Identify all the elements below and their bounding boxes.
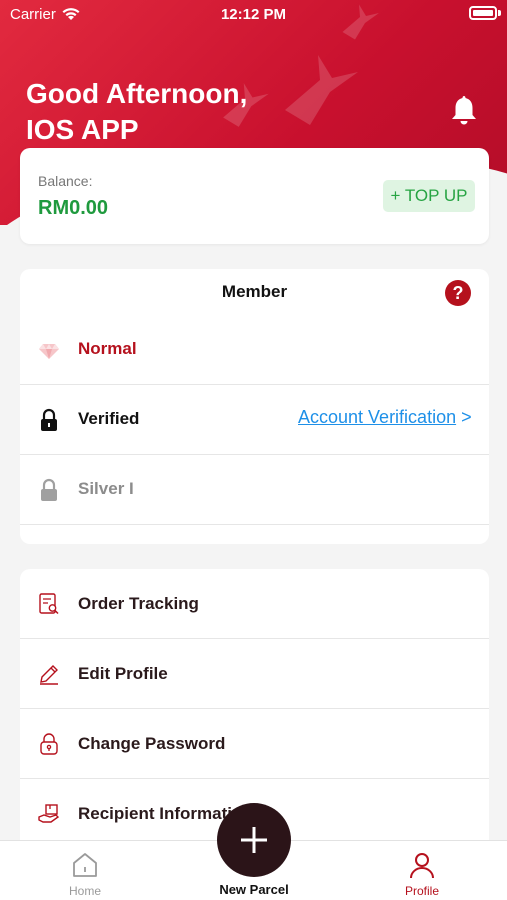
member-level-label: Verified xyxy=(78,409,140,428)
status-bar: Carrier 12:12 PM xyxy=(0,0,507,28)
tab-profile-label: Profile xyxy=(404,884,439,898)
battery-tip xyxy=(498,10,501,16)
menu-item-order-tracking[interactable]: Order Tracking xyxy=(20,569,489,639)
balance-value: RM0.00 xyxy=(38,197,109,219)
padlock-icon xyxy=(40,733,58,755)
top-up-button[interactable]: + TOP UP xyxy=(383,180,475,212)
account-verification-link[interactable]: Account Verification > xyxy=(298,407,472,428)
pencil-icon xyxy=(40,665,58,685)
member-level-verified[interactable]: Verified Account Verification > xyxy=(20,385,489,455)
battery-icon xyxy=(469,6,497,20)
member-level-silver[interactable]: Silver I xyxy=(20,455,489,525)
account-verification-text[interactable]: Account Verification xyxy=(298,407,456,427)
lock-icon xyxy=(41,478,57,501)
menu-item-label: Edit Profile xyxy=(78,664,168,683)
greeting-line-2: IOS APP xyxy=(26,114,139,145)
profile-icon xyxy=(410,853,434,879)
menu-item-label: Recipient Informati xyxy=(78,804,232,823)
balance-card: Balance: RM0.00 + TOP UP xyxy=(20,148,489,244)
tab-home[interactable]: Home xyxy=(30,841,140,900)
menu-item-change-password[interactable]: Change Password xyxy=(20,709,489,779)
home-icon xyxy=(73,853,97,877)
recipient-icon xyxy=(38,804,60,823)
greeting-line-1: Good Afternoon, xyxy=(26,78,248,109)
member-level-normal[interactable]: Normal xyxy=(20,315,489,385)
order-tracking-icon xyxy=(39,593,59,615)
greeting: Good Afternoon, IOS APP xyxy=(26,76,247,148)
member-level-label: Silver I xyxy=(78,479,134,498)
bird-decoration-icon xyxy=(285,55,358,125)
diamond-icon xyxy=(39,344,59,359)
help-icon[interactable]: ? xyxy=(445,280,471,306)
member-title: Member xyxy=(221,282,288,301)
menu-item-label: Change Password xyxy=(78,734,226,753)
menu-item-label: Order Tracking xyxy=(78,594,199,613)
lock-icon xyxy=(41,408,57,431)
new-parcel-button[interactable] xyxy=(217,803,291,877)
member-card: Member ? Normal Verified Account Verific… xyxy=(20,269,489,544)
clock: 12:12 PM xyxy=(220,6,287,23)
tab-profile[interactable]: Profile xyxy=(367,841,477,900)
plus-icon xyxy=(241,827,267,853)
member-level-label: Normal xyxy=(78,339,137,358)
new-parcel-label[interactable]: New Parcel xyxy=(194,882,314,897)
balance-label: Balance: xyxy=(38,173,93,189)
tab-home-label: Home xyxy=(68,884,101,898)
menu-item-edit-profile[interactable]: Edit Profile xyxy=(20,639,489,709)
bell-icon[interactable] xyxy=(450,94,478,126)
chevron-right-icon: > xyxy=(461,407,472,427)
